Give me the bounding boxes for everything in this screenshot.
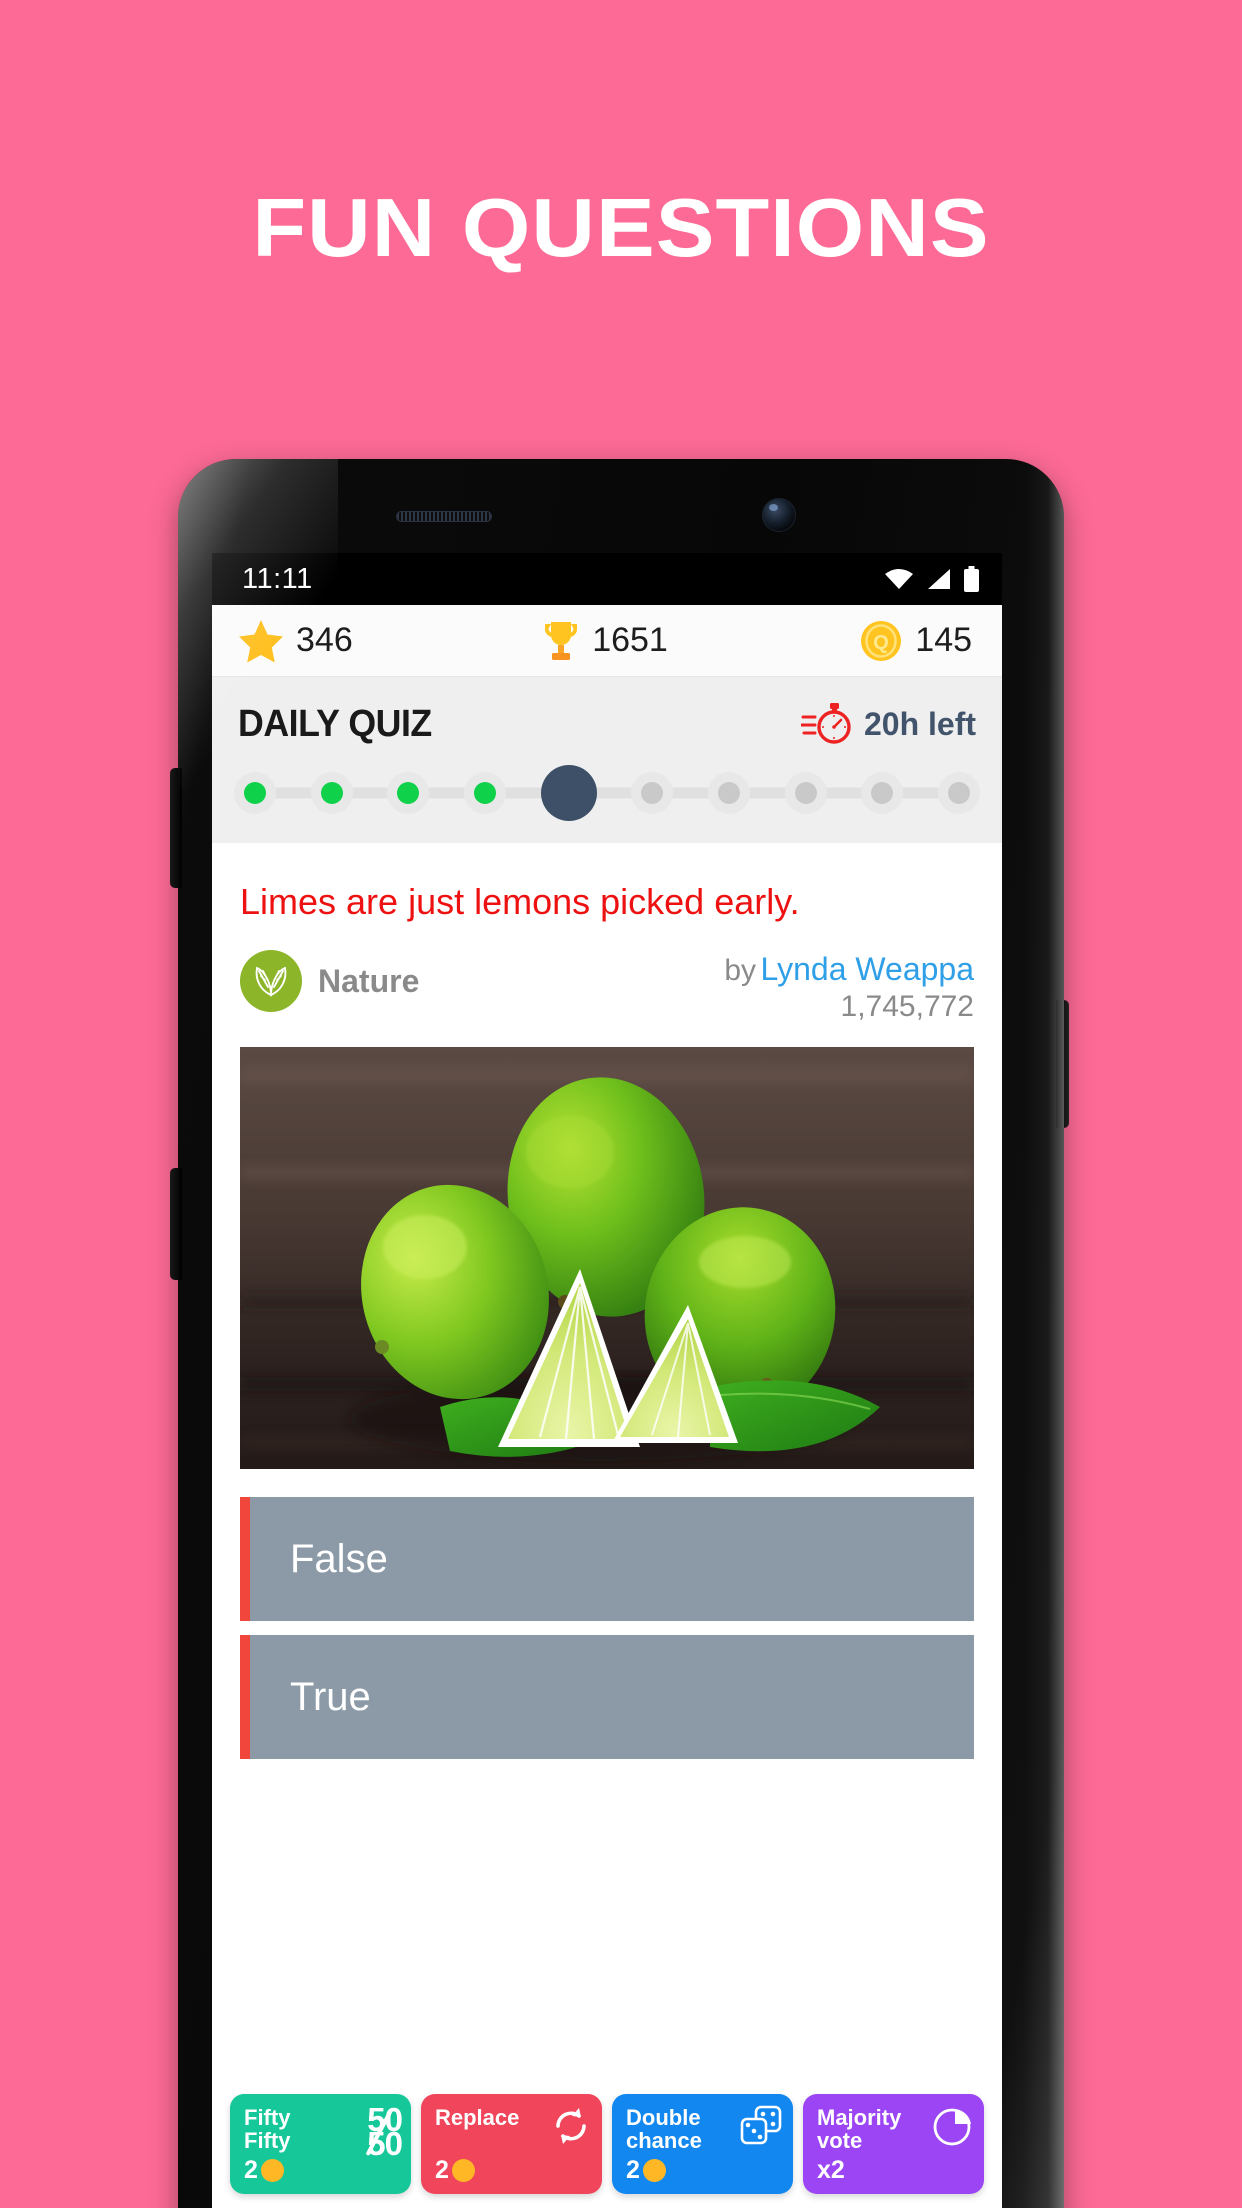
quiz-timer: 20h left [800,701,976,747]
stopwatch-icon [800,703,851,744]
answer-option-false[interactable]: False [240,1497,974,1621]
phone-gloss-right-edge [1024,459,1064,2208]
trophy-icon [545,621,578,660]
powerup-cost: 2 [244,2156,284,2185]
daily-quiz-title: DAILY QUIZ [238,702,432,745]
author-prefix: by [724,954,757,987]
powerup-bar: FiftyFifty 50 50 2 Replace 2 [212,2094,1002,2208]
question-image [240,1047,974,1469]
progress-dot-3 [387,772,430,814]
score-bar: 346 1651 Q 145 [212,605,1002,677]
question-text: Limes are just lemons picked early. [240,881,800,922]
phone-power-button[interactable] [1056,1000,1069,1128]
limes-photo [240,1047,974,1469]
answer-option-true[interactable]: True [240,1635,974,1759]
coin-icon [451,2159,475,2182]
trophy-counter[interactable]: 1651 [483,619,728,663]
category-name: Nature [318,962,420,999]
page-title: FUN QUESTIONS [252,181,990,274]
powerup-replace[interactable]: Replace 2 [421,2094,602,2194]
question-meta: Nature by Lynda Weappa 1,745,772 [212,924,1002,1025]
refresh-icon [556,2108,586,2144]
answer-label: True [290,1674,371,1719]
coin-icon [260,2159,284,2182]
quiz-progress [212,747,1002,843]
coins-value: 145 [915,621,973,659]
phone-earpiece-speaker [396,511,492,522]
answer-options: False True [240,1497,974,1759]
svg-text:Q: Q [874,632,890,654]
status-time: 11:11 [242,562,313,595]
star-icon [239,619,283,662]
daily-quiz-header: DAILY QUIZ 20h left [212,677,1002,747]
leaf-icon [255,966,287,997]
signal-icon [928,569,950,589]
category-badge [240,950,302,1012]
progress-dot-current [540,765,597,821]
powerup-cost: 2 [626,2156,666,2185]
stars-counter[interactable]: 346 [212,619,483,663]
powerup-cost: x2 [817,2156,845,2184]
progress-dot-2 [310,772,353,814]
trophy-value: 1651 [592,621,668,659]
fifty-fifty-icon: 50 50 [367,2103,403,2163]
play-count: 1,745,772 [840,990,974,1023]
dice-icon [740,2105,782,2145]
progress-dot-6 [631,772,674,814]
progress-dot-8 [784,772,827,814]
powerup-label: Fifty Fifty [244,2105,291,2154]
coins-counter[interactable]: Q 145 [727,619,1002,663]
powerup-majority-vote[interactable]: Majority vote x2 [803,2094,984,2194]
camera-lens-glint [769,504,778,511]
phone-screen: 11:11 346 1651 Q 145 DAILY QUIZ 20h left… [212,553,1002,2208]
pie-chart-icon [933,2108,971,2146]
wifi-icon [885,569,913,589]
powerup-double-chance[interactable]: Double chance 2 [612,2094,793,2194]
phone-volume-down-button[interactable] [170,1168,182,1280]
progress-dot-9 [861,772,904,814]
status-icon-group [884,566,980,592]
progress-dot-7 [707,772,750,814]
progress-dot-10 [937,772,980,814]
powerup-fifty-fifty[interactable]: FiftyFifty 50 50 2 [230,2094,411,2194]
powerup-label: Replace [435,2105,520,2130]
coin-icon: Q [861,620,902,661]
author-name[interactable]: Lynda Weappa [761,951,975,987]
progress-dot-1 [234,772,276,814]
battery-icon [964,566,979,592]
progress-track [234,765,980,821]
coin-icon [642,2159,666,2182]
category-chip[interactable]: Nature [240,950,419,1012]
stars-value: 346 [296,621,353,659]
status-bar: 11:11 [212,553,1002,605]
author-block: by Lynda Weappa 1,745,772 [724,950,974,1025]
powerup-label: Majority vote [817,2105,902,2154]
front-camera-icon [762,498,796,532]
progress-dot-4 [463,772,506,814]
phone-volume-up-button[interactable] [170,768,182,888]
answer-label: False [290,1536,388,1581]
quiz-timer-text: 20h left [863,705,976,742]
powerup-cost: 2 [435,2156,475,2185]
powerup-label: Double chance [626,2105,702,2154]
